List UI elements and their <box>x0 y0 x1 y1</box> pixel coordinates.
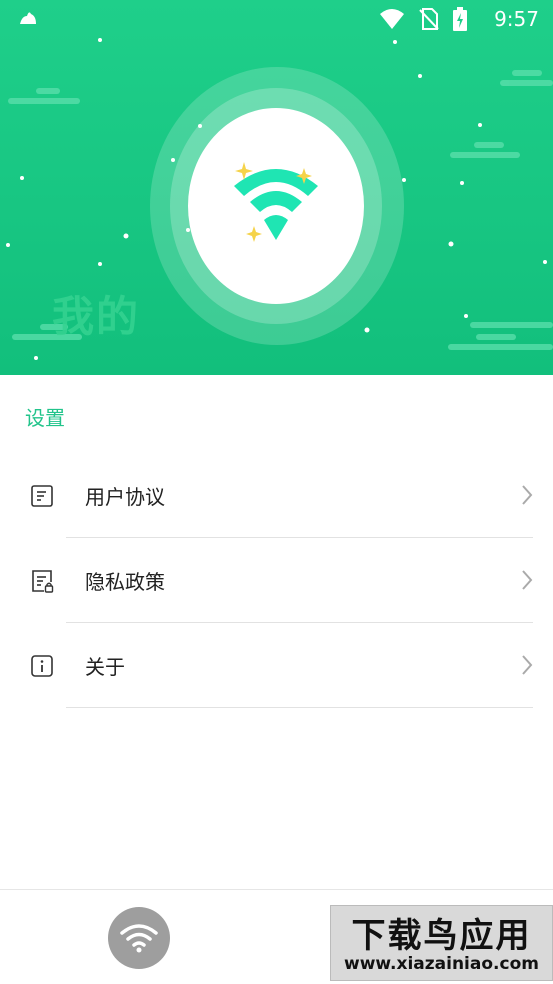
watermark: 下载鸟应用 www.xiazainiao.com <box>330 905 553 981</box>
chevron-right-icon <box>522 655 533 675</box>
status-time: 9:57 <box>494 7 539 31</box>
wifi-icon <box>120 924 158 953</box>
nav-tab-wifi[interactable] <box>108 907 170 969</box>
notification-icon <box>20 12 36 24</box>
menu-item-label: 关于 <box>85 655 125 679</box>
document-icon <box>31 485 53 507</box>
chevron-right-icon <box>522 570 533 590</box>
menu-item-user-agreement[interactable]: 用户协议 <box>0 453 553 538</box>
wifi-sparkle-icon <box>234 162 318 242</box>
privacy-document-icon <box>32 570 54 593</box>
status-bar: 9:57 <box>0 0 553 38</box>
watermark-url: www.xiazainiao.com <box>344 954 539 974</box>
menu-item-about[interactable]: 关于 <box>0 623 553 708</box>
hero-banner: 9:57 我的 <box>0 0 553 375</box>
page-title: 我的 <box>52 292 141 341</box>
divider <box>66 707 533 708</box>
menu-item-label: 用户协议 <box>85 485 165 509</box>
chevron-right-icon <box>522 485 533 505</box>
menu-item-privacy-policy[interactable]: 隐私政策 <box>0 538 553 623</box>
watermark-title: 下载鸟应用 <box>351 916 532 956</box>
wifi-signal-icon <box>380 9 404 29</box>
info-icon <box>31 655 53 677</box>
settings-section-title: 设置 <box>25 406 65 430</box>
menu-item-label: 隐私政策 <box>85 570 165 594</box>
no-sim-icon <box>419 8 439 30</box>
battery-charging-icon <box>453 7 467 31</box>
